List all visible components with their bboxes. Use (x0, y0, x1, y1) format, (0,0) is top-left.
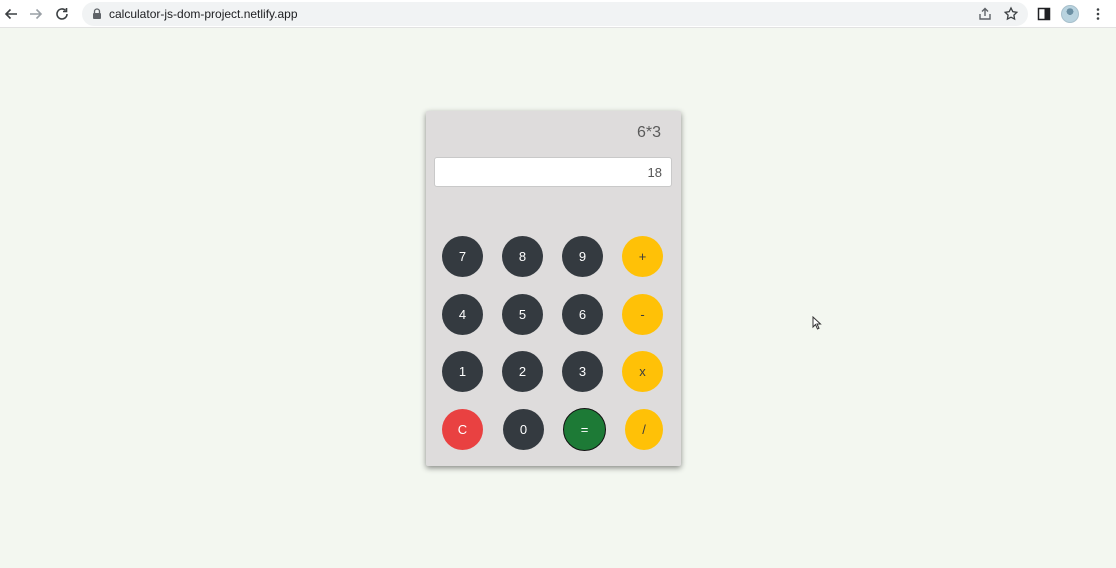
bookmark-star-icon[interactable] (1002, 5, 1020, 23)
key-8[interactable]: 8 (502, 236, 543, 277)
result-input[interactable] (434, 157, 672, 187)
side-panel-icon[interactable] (1035, 5, 1053, 23)
key-clear[interactable]: C (442, 409, 483, 450)
key-divide[interactable]: / (625, 409, 663, 450)
profile-avatar[interactable] (1061, 5, 1079, 23)
key-minus[interactable]: - (622, 294, 663, 335)
calculator-panel: 6*3 7 8 9 + 4 5 6 - 1 2 3 x C 0 = / (426, 111, 681, 466)
key-equals[interactable]: = (563, 408, 606, 451)
key-5[interactable]: 5 (502, 294, 543, 335)
key-6[interactable]: 6 (562, 294, 603, 335)
key-3[interactable]: 3 (562, 351, 603, 392)
key-9[interactable]: 9 (562, 236, 603, 277)
share-icon[interactable] (976, 5, 994, 23)
key-1[interactable]: 1 (442, 351, 483, 392)
browser-toolbar: calculator-js-dom-project.netlify.app (0, 0, 1116, 28)
lock-icon[interactable] (90, 7, 104, 21)
key-multiply[interactable]: x (622, 351, 663, 392)
mouse-cursor-icon (812, 316, 822, 330)
expression-display: 6*3 (636, 124, 661, 141)
key-4[interactable]: 4 (442, 294, 483, 335)
key-0[interactable]: 0 (503, 409, 544, 450)
key-7[interactable]: 7 (442, 236, 483, 277)
more-options-icon[interactable] (1089, 5, 1107, 23)
url-text[interactable]: calculator-js-dom-project.netlify.app (109, 7, 298, 21)
reload-icon[interactable] (53, 5, 71, 23)
back-arrow-icon[interactable] (2, 5, 20, 23)
forward-arrow-icon[interactable] (27, 5, 45, 23)
address-bar[interactable]: calculator-js-dom-project.netlify.app (82, 2, 1028, 26)
key-plus[interactable]: + (622, 236, 663, 277)
key-2[interactable]: 2 (502, 351, 543, 392)
